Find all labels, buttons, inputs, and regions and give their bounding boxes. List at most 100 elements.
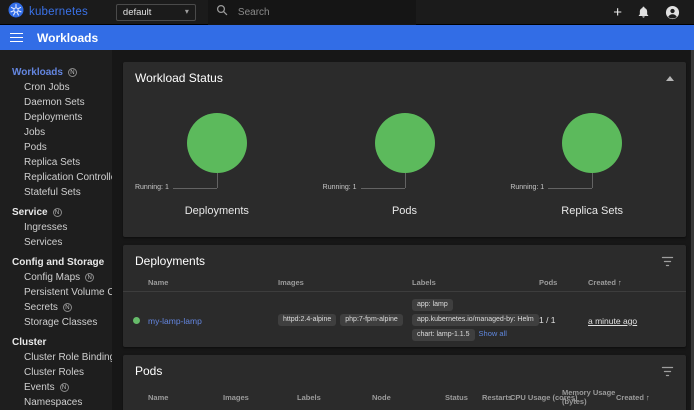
sidebar-item-workloads[interactable]: Workloads N bbox=[0, 65, 112, 80]
pods-card: Pods Name Images Labels Node Status Rest… bbox=[123, 355, 686, 410]
sidebar-nav: Workloads N Cron Jobs Daemon Sets Deployment… bbox=[0, 50, 112, 410]
column-header-created[interactable]: Created↑ bbox=[588, 278, 676, 287]
search-input[interactable] bbox=[238, 7, 388, 18]
create-resource-button[interactable]: + bbox=[613, 5, 622, 20]
kubernetes-logo-link[interactable]: kubernetes bbox=[8, 2, 88, 23]
workload-status-charts: Running: 1DeploymentsRunning: 1PodsRunni… bbox=[123, 113, 686, 237]
sidebar-item-label: Service bbox=[12, 207, 48, 218]
sidebar-item-deployments[interactable]: Deployments bbox=[0, 110, 112, 125]
workload-chart-replica-sets: Running: 1 Replica Sets bbox=[498, 113, 686, 225]
filter-icon[interactable] bbox=[661, 255, 674, 268]
sidebar-item-label: Storage Classes bbox=[24, 317, 97, 328]
sidebar-item-label: Replica Sets bbox=[24, 157, 80, 168]
namespace-selector[interactable]: default ▾ bbox=[116, 4, 196, 21]
show-all-link[interactable]: Show all bbox=[479, 329, 507, 338]
search-box[interactable] bbox=[208, 0, 416, 25]
sidebar-item-label: Cluster bbox=[12, 337, 46, 348]
sidebar-item-label: Events bbox=[24, 382, 55, 393]
sidebar-item-label: Jobs bbox=[24, 127, 45, 138]
sidebar-item-label: Config Maps bbox=[24, 272, 80, 283]
notifications-bell-icon[interactable] bbox=[637, 6, 650, 19]
user-account-icon[interactable] bbox=[665, 5, 680, 20]
sidebar-item-service: Service N bbox=[0, 205, 112, 220]
pie-chart bbox=[375, 113, 435, 173]
legend-leader-line bbox=[173, 188, 217, 189]
column-header-created[interactable]: Created↑ bbox=[616, 393, 676, 402]
pods-ratio-cell: 1 / 1 bbox=[539, 315, 588, 325]
column-header-pods: Pods bbox=[539, 278, 588, 287]
menu-hamburger-icon[interactable] bbox=[10, 33, 23, 43]
column-header-labels: Labels bbox=[412, 278, 539, 287]
legend-leader-line bbox=[405, 173, 406, 188]
sidebar-item-label: Persistent Volume Claims bbox=[24, 287, 112, 298]
filter-icon[interactable] bbox=[661, 365, 674, 378]
legend-leader-line bbox=[548, 188, 592, 189]
sidebar-item-config-and-storage: Config and Storage bbox=[0, 255, 112, 270]
main-content: Workload Status Running: 1DeploymentsRun… bbox=[112, 50, 694, 410]
sidebar-item-replication-controllers[interactable]: Replication Controllers bbox=[0, 170, 112, 185]
sidebar-item-namespaces[interactable]: Namespaces bbox=[0, 395, 112, 410]
pods-title: Pods bbox=[135, 364, 162, 378]
sidebar-item-label: Pods bbox=[24, 142, 47, 153]
chart-title: Deployments bbox=[123, 205, 311, 217]
sidebar-item-storage-classes[interactable]: Storage Classes bbox=[0, 315, 112, 330]
column-header-memory: Memory Usage (bytes) bbox=[562, 388, 616, 406]
sidebar-item-ingresses[interactable]: Ingresses bbox=[0, 220, 112, 235]
collapse-caret-icon[interactable] bbox=[666, 76, 674, 81]
pie-chart bbox=[562, 113, 622, 173]
sidebar-item-config-maps[interactable]: Config Maps N bbox=[0, 270, 112, 285]
sidebar-item-cluster-roles[interactable]: Cluster Roles bbox=[0, 365, 112, 380]
sidebar-item-label: Workloads bbox=[12, 67, 63, 78]
namespaced-badge: N bbox=[85, 273, 94, 282]
legend-leader-line bbox=[361, 188, 405, 189]
images-cell: httpd:2.4-alpine php:7-fpm-alpine bbox=[278, 312, 412, 327]
chart-legend: Running: 1 bbox=[323, 184, 357, 191]
chevron-down-icon: ▾ bbox=[185, 8, 189, 16]
sidebar-item-events[interactable]: EventsN bbox=[0, 380, 112, 395]
sidebar-item-jobs[interactable]: Jobs bbox=[0, 125, 112, 140]
column-header-name[interactable]: Name bbox=[148, 393, 223, 402]
sidebar-item-cron-jobs[interactable]: Cron Jobs bbox=[0, 80, 112, 95]
brand-wordmark: kubernetes bbox=[29, 6, 88, 18]
workload-status-card: Workload Status Running: 1DeploymentsRun… bbox=[123, 62, 686, 237]
column-header-name[interactable]: Name bbox=[148, 278, 278, 287]
chart-title: Replica Sets bbox=[498, 205, 686, 217]
label-chip: app.kubernetes.io/managed-by: Helm bbox=[412, 314, 539, 326]
namespaced-badge: N bbox=[68, 68, 77, 77]
label-chip: php:7-fpm-alpine bbox=[340, 314, 403, 326]
legend-leader-line bbox=[592, 173, 593, 188]
namespace-value: default bbox=[123, 7, 152, 18]
sidebar-item-daemon-sets[interactable]: Daemon Sets bbox=[0, 95, 112, 110]
column-header-labels: Labels bbox=[297, 393, 372, 402]
label-chip: app: lamp bbox=[412, 299, 453, 311]
workload-status-title: Workload Status bbox=[135, 71, 223, 85]
sidebar-item-label: Cluster Role Bindings bbox=[24, 352, 112, 363]
chart-title: Pods bbox=[311, 205, 499, 217]
column-header-node: Node bbox=[372, 393, 445, 402]
workload-chart-deployments: Running: 1Deployments bbox=[123, 113, 311, 225]
sidebar-item-label: Daemon Sets bbox=[24, 97, 85, 108]
sidebar-item-persistent-volume-claims[interactable]: Persistent Volume ClaimsN bbox=[0, 285, 112, 300]
search-icon bbox=[216, 3, 228, 21]
chart-legend: Running: 1 bbox=[510, 184, 544, 191]
sidebar-item-label: Secrets bbox=[24, 302, 58, 313]
legend-leader-line bbox=[217, 173, 218, 188]
namespaced-badge: N bbox=[53, 208, 62, 217]
sidebar-item-label: Stateful Sets bbox=[24, 187, 81, 198]
sidebar-item-stateful-sets[interactable]: Stateful Sets bbox=[0, 185, 112, 200]
sidebar-item-label: Namespaces bbox=[24, 397, 82, 408]
sidebar-item-label: Replication Controllers bbox=[24, 172, 112, 183]
sort-arrow-icon: ↑ bbox=[618, 278, 622, 287]
column-header-images: Images bbox=[278, 278, 412, 287]
sidebar-item-cluster-role-bindings[interactable]: Cluster Role Bindings bbox=[0, 350, 112, 365]
sidebar-item-pods[interactable]: Pods bbox=[0, 140, 112, 155]
sidebar-item-replica-sets[interactable]: Replica Sets bbox=[0, 155, 112, 170]
sidebar-item-services[interactable]: Services bbox=[0, 235, 112, 250]
label-chip: httpd:2.4-alpine bbox=[278, 314, 336, 326]
sidebar-item-secrets[interactable]: SecretsN bbox=[0, 300, 112, 315]
sidebar-item-label: Deployments bbox=[24, 112, 82, 123]
deployment-name-link[interactable]: my-lamp-lamp bbox=[148, 316, 202, 327]
created-ago: a minute ago bbox=[588, 316, 637, 326]
kubernetes-dashboard: kubernetes default ▾ + bbox=[0, 0, 694, 410]
column-header-status: Status bbox=[445, 393, 482, 402]
